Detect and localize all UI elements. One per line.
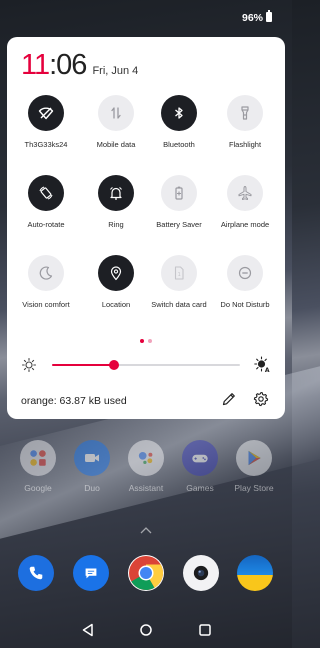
tile-label: Flashlight bbox=[228, 140, 262, 149]
app-google[interactable]: Google bbox=[11, 440, 65, 493]
mobile-data-icon bbox=[98, 95, 134, 131]
brightness-control: A bbox=[21, 356, 271, 373]
messages-icon[interactable] bbox=[73, 555, 109, 591]
tile-bluetooth[interactable]: Bluetooth bbox=[144, 95, 214, 149]
phone-icon[interactable] bbox=[18, 555, 54, 591]
bluetooth-icon bbox=[161, 95, 197, 131]
do-not-disturb-icon bbox=[227, 255, 263, 291]
page-indicator bbox=[140, 339, 152, 343]
flashlight-icon bbox=[227, 95, 263, 131]
auto-brightness-icon[interactable]: A bbox=[254, 356, 271, 373]
tile-label: Ring bbox=[108, 220, 124, 229]
date-label[interactable]: Fri, Jun 4 bbox=[92, 65, 138, 77]
tile-wifi[interactable]: Th3G33ks24 bbox=[11, 95, 81, 149]
settings-gear-icon[interactable] bbox=[253, 391, 269, 407]
play-store-icon bbox=[236, 440, 272, 476]
moon-icon bbox=[28, 255, 64, 291]
brightness-slider-thumb[interactable] bbox=[109, 360, 120, 370]
tile-label: Bluetooth bbox=[163, 140, 195, 149]
battery-saver-icon bbox=[161, 175, 197, 211]
tile-label: Do Not Disturb bbox=[220, 300, 270, 309]
svg-text:1: 1 bbox=[178, 272, 181, 278]
page-dot bbox=[148, 339, 152, 343]
bell-icon bbox=[98, 175, 134, 211]
wifi-icon bbox=[28, 95, 64, 131]
tile-label: Airplane mode bbox=[220, 220, 270, 229]
clock[interactable]: 11 :06 Fri, Jun 4 bbox=[21, 49, 138, 81]
sim-card-icon: 1 bbox=[161, 255, 197, 291]
location-pin-icon bbox=[98, 255, 134, 291]
tile-label: Location bbox=[101, 300, 131, 309]
edit-pencil-icon[interactable] bbox=[221, 391, 237, 407]
tile-ring[interactable]: Ring bbox=[81, 175, 151, 229]
brightness-slider-fill bbox=[52, 364, 115, 366]
status-bar: 96% bbox=[0, 0, 292, 34]
app-drawer-chevron-icon[interactable] bbox=[140, 526, 152, 534]
app-label: Google bbox=[24, 483, 52, 493]
tile-flashlight[interactable]: Flashlight bbox=[210, 95, 280, 149]
back-icon[interactable] bbox=[80, 622, 96, 638]
tile-label: Battery Saver bbox=[156, 220, 202, 229]
clock-hour: 11 bbox=[21, 49, 50, 81]
gamepad-icon bbox=[182, 440, 218, 476]
app-play-store[interactable]: Play Store bbox=[227, 440, 281, 493]
app-label: Play Store bbox=[234, 483, 274, 493]
recents-icon[interactable] bbox=[197, 622, 213, 638]
tile-label: Switch data card bbox=[151, 300, 207, 309]
battery-icon bbox=[266, 10, 272, 22]
tile-mobile-data[interactable]: Mobile data bbox=[81, 95, 151, 149]
tile-label: Mobile data bbox=[96, 140, 136, 149]
tile-switch-data-card[interactable]: 1 Switch data card bbox=[144, 255, 214, 309]
app-games[interactable]: Games bbox=[173, 440, 227, 493]
app-label: Assistant bbox=[128, 483, 164, 493]
home-icon[interactable] bbox=[138, 622, 154, 638]
tile-do-not-disturb[interactable]: Do Not Disturb bbox=[210, 255, 280, 309]
tile-auto-rotate[interactable]: Auto-rotate bbox=[11, 175, 81, 229]
svg-text:A: A bbox=[265, 367, 270, 373]
app-label: Games bbox=[186, 483, 214, 493]
camera-icon[interactable] bbox=[183, 555, 219, 591]
app-duo[interactable]: Duo bbox=[65, 440, 119, 493]
quick-settings-panel: 11 :06 Fri, Jun 4 Th3G33ks24 Mobile data… bbox=[7, 37, 285, 419]
clock-minute: :06 bbox=[49, 49, 87, 81]
gallery-icon[interactable] bbox=[237, 555, 273, 591]
brightness-low-icon bbox=[21, 357, 37, 373]
app-assistant[interactable]: Assistant bbox=[119, 440, 173, 493]
tile-label: Vision comfort bbox=[22, 300, 70, 309]
app-label: Duo bbox=[84, 483, 100, 493]
google-folder-icon bbox=[20, 440, 56, 476]
battery-percent: 96% bbox=[241, 12, 263, 24]
tile-airplane-mode[interactable]: Airplane mode bbox=[210, 175, 280, 229]
tile-label: Auto-rotate bbox=[27, 220, 65, 229]
tile-location[interactable]: Location bbox=[81, 255, 151, 309]
auto-rotate-icon bbox=[28, 175, 64, 211]
page-dot bbox=[140, 339, 144, 343]
tile-vision-comfort[interactable]: Vision comfort bbox=[11, 255, 81, 309]
video-camera-icon bbox=[74, 440, 110, 476]
assistant-icon bbox=[128, 440, 164, 476]
airplane-icon bbox=[227, 175, 263, 211]
navigation-bar bbox=[0, 612, 292, 648]
brightness-slider[interactable] bbox=[52, 360, 240, 370]
chrome-icon[interactable] bbox=[128, 555, 164, 591]
tile-label: Th3G33ks24 bbox=[24, 140, 68, 149]
data-usage-label[interactable]: orange: 63.87 kB used bbox=[21, 395, 127, 407]
tile-battery-saver[interactable]: Battery Saver bbox=[144, 175, 214, 229]
